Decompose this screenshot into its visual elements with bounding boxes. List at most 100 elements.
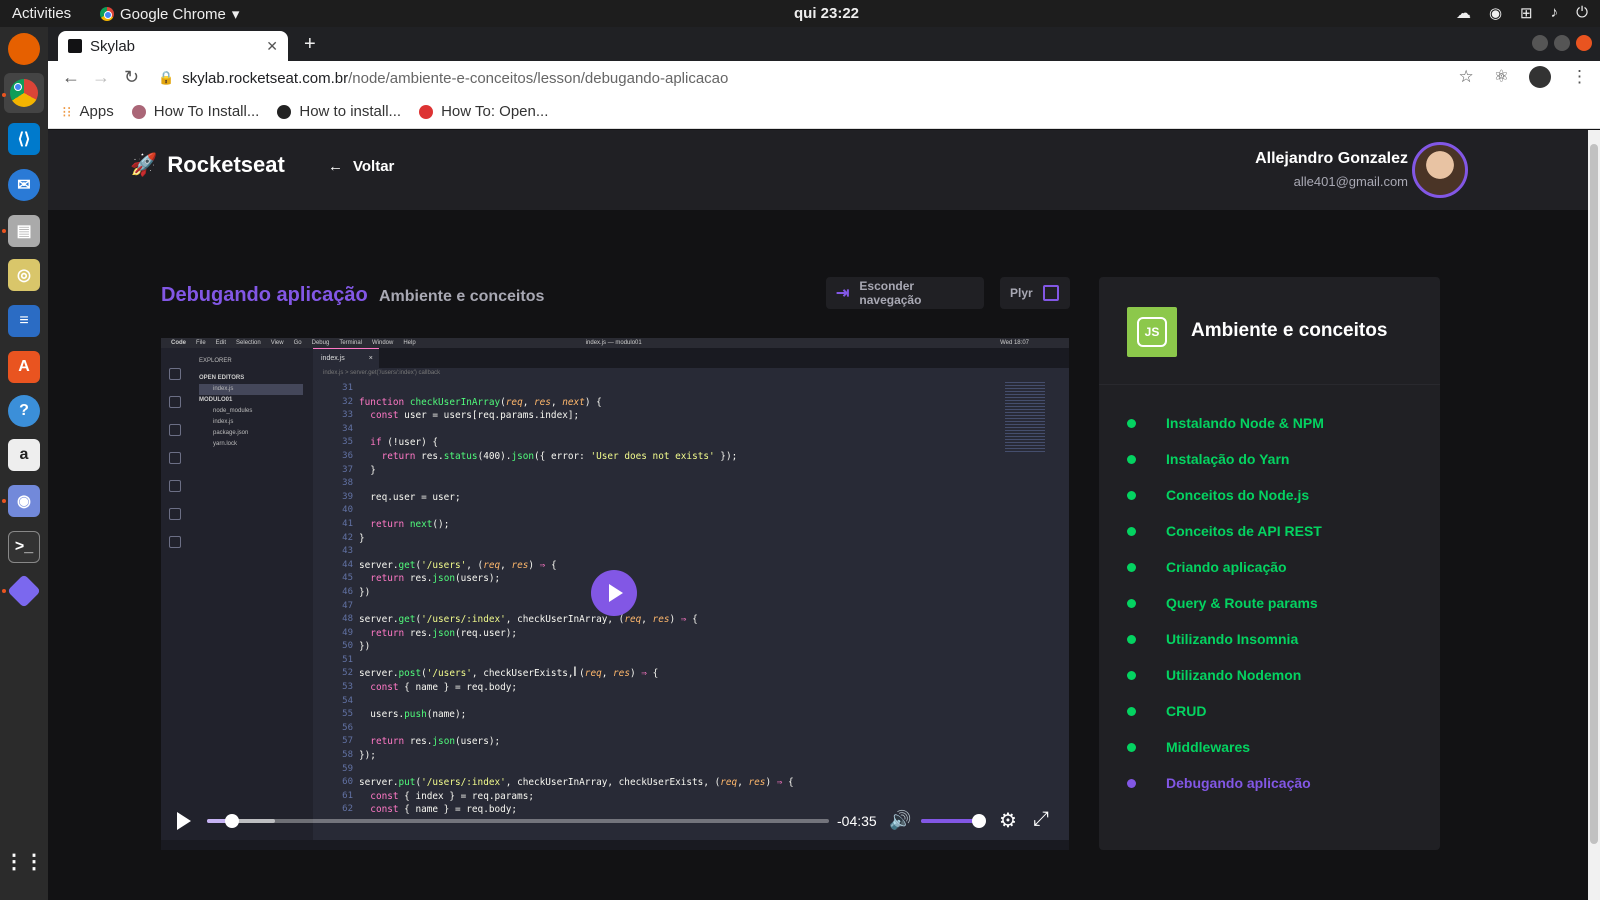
activities-button[interactable]: Activities [12, 5, 71, 22]
settings-gear-icon[interactable]: ⚙ [999, 808, 1017, 833]
software-center-icon[interactable]: A [8, 351, 40, 383]
lesson-link[interactable]: Utilizando Nodemon [1166, 667, 1301, 683]
video-code-editor: index.js > server.get('/users/:index') c… [313, 368, 1069, 850]
profile-avatar[interactable] [1529, 66, 1551, 88]
lesson-link[interactable]: Instalação do Yarn [1166, 451, 1289, 467]
insomnia-icon[interactable] [7, 574, 41, 608]
lesson-link[interactable]: Conceitos de API REST [1166, 523, 1322, 539]
site-header: 🚀 Rocketseat ← Voltar Allejandro Gonzale… [48, 130, 1588, 210]
lesson-item[interactable]: Query & Route params [1127, 585, 1324, 621]
app-menu[interactable]: Google Chrome ▾ [100, 5, 239, 23]
bookmark-apps[interactable]: ⁝⁝ Apps [62, 103, 114, 121]
show-apps-icon[interactable]: ⋮⋮ [4, 845, 44, 877]
page: 🚀 Rocketseat ← Voltar Allejandro Gonzale… [48, 130, 1588, 900]
network-icon[interactable]: ⊞ [1520, 4, 1533, 22]
bookmark-star-icon[interactable]: ☆ [1459, 67, 1474, 87]
lesson-item[interactable]: Conceitos do Node.js [1127, 477, 1324, 513]
volume-handle[interactable] [971, 814, 986, 828]
line-number: 55 [342, 709, 353, 720]
weather-icon[interactable]: ☁ [1456, 4, 1471, 22]
close-tab-icon[interactable]: ✕ [266, 38, 278, 55]
lesson-item[interactable]: Instalando Node & NPM [1127, 405, 1324, 441]
lesson-link[interactable]: Criando aplicação [1166, 559, 1287, 575]
clock[interactable]: qui 23:22 [794, 5, 859, 22]
brand-logo[interactable]: 🚀 Rocketseat [130, 152, 285, 178]
close-window-button[interactable] [1576, 35, 1592, 51]
chrome-dock-item[interactable] [4, 73, 44, 113]
help-icon[interactable]: ? [8, 395, 40, 427]
big-play-button[interactable] [591, 570, 637, 616]
lesson-link[interactable]: Debugando aplicação [1166, 775, 1311, 791]
files-icon[interactable]: ▤ [8, 215, 40, 247]
lesson-item[interactable]: Debugando aplicação [1127, 765, 1324, 801]
volume-slider[interactable] [921, 814, 986, 828]
lesson-link[interactable]: CRUD [1166, 703, 1206, 719]
fullscreen-icon[interactable]: ⤢ [1033, 808, 1049, 831]
line-number: 57 [342, 736, 353, 747]
lesson-link[interactable]: Conceitos do Node.js [1166, 487, 1309, 503]
reload-icon[interactable]: ↻ [124, 67, 139, 88]
hide-navigation-button[interactable]: ⇥ Esconder navegação [826, 277, 984, 309]
volume-icon[interactable]: ♪ [1551, 4, 1559, 22]
lesson-link[interactable]: Instalando Node & NPM [1166, 415, 1324, 431]
line-number: 56 [342, 722, 353, 733]
lesson-item[interactable]: Conceitos de API REST [1127, 513, 1324, 549]
lesson-item[interactable]: Instalação do Yarn [1127, 441, 1324, 477]
lesson-status-dot [1127, 490, 1136, 500]
thunderbird-icon[interactable]: ✉ [8, 169, 40, 201]
video-editor-tabs: index.js × [313, 348, 1069, 368]
line-number: 39 [342, 491, 353, 502]
lesson-item[interactable]: Criando aplicação [1127, 549, 1324, 585]
lesson-link[interactable]: Utilizando Insomnia [1166, 631, 1298, 647]
discord-icon[interactable]: ◉ [8, 485, 40, 517]
page-scrollbar[interactable] [1588, 130, 1600, 900]
buffer-bar [207, 819, 276, 823]
line-number: 32 [342, 396, 353, 407]
back-arrow-icon[interactable]: ← [62, 67, 80, 88]
amazon-icon[interactable]: a [8, 439, 40, 471]
seek-handle[interactable] [224, 814, 239, 828]
address-bar[interactable]: 🔒 skylab.rocketseat.com.br/node/ambiente… [158, 63, 1498, 93]
line-number: 40 [342, 505, 353, 516]
rhythmbox-icon[interactable]: ◎ [8, 259, 40, 291]
volume-icon[interactable]: 🔊 [889, 810, 911, 831]
play-icon[interactable] [177, 812, 191, 830]
bookmark-item[interactable]: How To Install... [131, 103, 259, 120]
tab-skylab[interactable]: Skylab ✕ [58, 31, 288, 61]
video-player[interactable]: Code File Edit Selection View Go Debug T… [161, 338, 1069, 850]
toolbar-actions: ☆ ⚛ ⋮ [1459, 66, 1588, 88]
kebab-menu-icon[interactable]: ⋮ [1571, 67, 1588, 87]
minimize-button[interactable] [1532, 35, 1548, 51]
github-icon [277, 104, 292, 119]
scrollbar-thumb[interactable] [1590, 144, 1598, 844]
bookmark-item[interactable]: How to install... [277, 103, 401, 120]
maximize-button[interactable] [1554, 35, 1570, 51]
player-controls: -04:35 🔊 ⚙ ⤢ [161, 802, 1069, 838]
video-activity-bar [161, 348, 189, 850]
power-icon[interactable]: ⏻ [1576, 4, 1588, 22]
lesson-item[interactable]: Utilizando Insomnia [1127, 621, 1324, 657]
lesson-status-dot [1127, 634, 1136, 644]
line-number: 54 [342, 695, 353, 706]
lesson-item[interactable]: CRUD [1127, 693, 1324, 729]
lesson-item[interactable]: Utilizando Nodemon [1127, 657, 1324, 693]
user-info: Allejandro Gonzalez alle401@gmail.com [1255, 150, 1408, 189]
player-switch-button[interactable]: Plyr [1000, 277, 1070, 309]
seek-bar[interactable] [207, 814, 829, 828]
lesson-item[interactable]: Middlewares [1127, 729, 1324, 765]
vscode-icon[interactable]: ⟨⟩ [8, 123, 40, 155]
firefox-icon[interactable] [8, 33, 40, 65]
discord-tray-icon[interactable]: ◉ [1489, 4, 1502, 22]
avatar[interactable] [1412, 142, 1468, 198]
lesson-link[interactable]: Middlewares [1166, 739, 1250, 755]
line-number: 60 [342, 777, 353, 788]
react-devtools-icon[interactable]: ⚛ [1494, 67, 1509, 87]
forward-arrow-icon[interactable]: → [92, 67, 110, 88]
terminal-icon[interactable]: >_ [8, 531, 40, 563]
bookmark-item[interactable]: How To: Open... [419, 103, 548, 120]
writer-icon[interactable]: ≡ [8, 305, 40, 337]
lesson-link[interactable]: Query & Route params [1166, 595, 1318, 611]
back-button[interactable]: ← Voltar [328, 158, 394, 175]
new-tab-button[interactable]: + [304, 33, 316, 56]
lock-icon: 🔒 [158, 70, 175, 85]
